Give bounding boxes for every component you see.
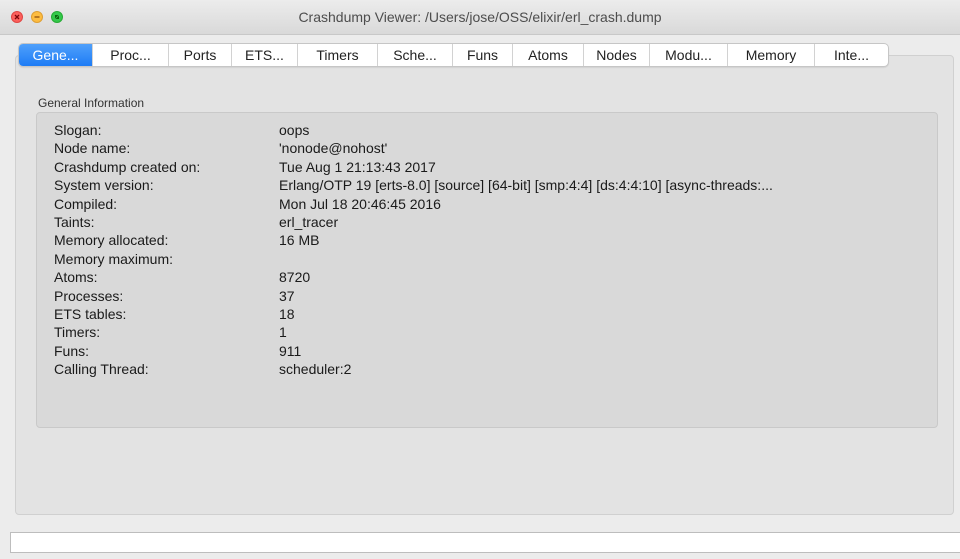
info-row: System version: Erlang/OTP 19 [erts-8.0] … — [54, 177, 939, 195]
tab-internal-tables[interactable]: Inte... — [815, 44, 888, 66]
status-field[interactable] — [10, 532, 960, 553]
crashdump-viewer-window: Crashdump Viewer: /Users/jose/OSS/elixir… — [0, 0, 960, 559]
info-row-label: Crashdump created on: — [54, 158, 201, 175]
info-row: Slogan: oops — [54, 122, 939, 140]
info-row-label: Processes: — [54, 287, 124, 304]
tab-content-panel: General Information Slogan: oops Node name… — [15, 55, 954, 515]
tab-atoms[interactable]: Atoms — [513, 44, 584, 66]
info-row-label: Memory allocated: — [54, 232, 169, 249]
tab-general[interactable]: Gene... — [19, 44, 93, 66]
info-row-value: 18 — [279, 305, 295, 322]
info-row: Node name: 'nonode@nohost' — [54, 140, 939, 158]
info-rows: Slogan: oops Node name: 'nonode@nohost' Cras… — [54, 122, 939, 379]
general-information-heading: General Information — [38, 96, 145, 110]
info-row: Memory maximum: — [54, 251, 939, 269]
info-row: Funs: 911 — [54, 343, 939, 361]
title-bar[interactable]: Crashdump Viewer: /Users/jose/OSS/elixir… — [0, 0, 960, 35]
info-row-value: 37 — [279, 287, 295, 304]
info-row-value: scheduler:2 — [279, 361, 352, 378]
info-row-label: Compiled: — [54, 195, 118, 212]
tab-nodes[interactable]: Nodes — [584, 44, 650, 66]
general-information-group: Slogan: oops Node name: 'nonode@nohost' Cras… — [36, 112, 938, 428]
info-row: Processes: 37 — [54, 288, 939, 306]
info-row-label: Slogan: — [54, 122, 102, 138]
info-row: Timers: 1 — [54, 324, 939, 342]
tab-funs[interactable]: Funs — [453, 44, 513, 66]
info-row-label: ETS tables: — [54, 305, 127, 322]
info-row-label: Memory maximum: — [54, 250, 174, 267]
tab-ports[interactable]: Ports — [169, 44, 232, 66]
info-row-value: Tue Aug 1 21:13:43 2017 — [279, 158, 436, 175]
window-title: Crashdump Viewer: /Users/jose/OSS/elixir… — [298, 9, 662, 25]
info-row: Compiled: Mon Jul 18 20:46:45 2016 — [54, 196, 939, 214]
tab-modules[interactable]: Modu... — [650, 44, 728, 66]
info-row: Calling Thread: scheduler:2 — [54, 361, 939, 379]
tab-memory[interactable]: Memory — [728, 44, 815, 66]
info-row-value: oops — [279, 122, 310, 138]
info-row: Taints: erl_tracer — [54, 214, 939, 232]
info-row: Atoms: 8720 — [54, 269, 939, 287]
info-row: Memory allocated: 16 MB — [54, 232, 939, 250]
info-row-label: Funs: — [54, 342, 90, 359]
info-row-label: Node name: — [54, 140, 131, 157]
info-row-label: Atoms: — [54, 269, 98, 286]
info-row-label: System version: — [54, 177, 154, 194]
info-row-value: Mon Jul 18 20:46:45 2016 — [279, 195, 441, 212]
tab-ets[interactable]: ETS... — [232, 44, 298, 66]
info-row-label: Taints: — [54, 213, 95, 230]
info-row-label: Timers: — [54, 324, 101, 341]
info-row: ETS tables: 18 — [54, 306, 939, 324]
info-row-value: 8720 — [279, 269, 311, 286]
info-row-value: 911 — [279, 342, 302, 359]
info-row-value: 16 MB — [279, 232, 320, 249]
info-row-value — [279, 251, 939, 269]
tab-processes[interactable]: Proc... — [93, 44, 169, 66]
info-row-value: 1 — [279, 324, 287, 341]
info-row-value: 'nonode@nohost' — [279, 140, 388, 157]
tab-schedulers[interactable]: Sche... — [378, 44, 453, 66]
info-row-value: Erlang/OTP 19 [erts-8.0] [source] [64-bi… — [279, 177, 773, 194]
tab-bar: Gene... Proc... Ports ETS... Timers Sche… — [18, 43, 889, 67]
tab-timers[interactable]: Timers — [298, 44, 378, 66]
info-row-value: erl_tracer — [279, 213, 339, 230]
info-row-label: Calling Thread: — [54, 361, 149, 378]
info-row: Crashdump created on: Tue Aug 1 21:13:43 … — [54, 159, 939, 177]
